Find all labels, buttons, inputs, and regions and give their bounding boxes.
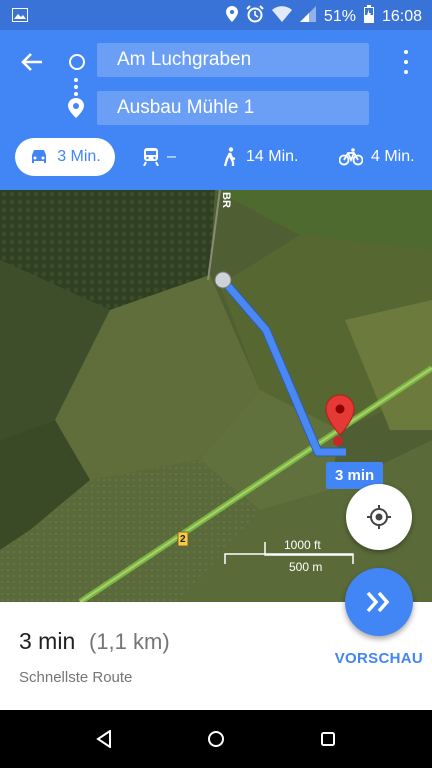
mode-walking-label: 14 Min. (246, 148, 299, 165)
travel-modes: 3 Min. – 14 Min. 4 Min. (0, 138, 432, 178)
route-distance: (1,1 km) (89, 629, 170, 654)
mode-bicycle-label: 4 Min. (371, 148, 415, 165)
origin-field[interactable]: Am Luchgraben (97, 43, 369, 77)
scale-feet-label: 1000 ft (284, 538, 321, 552)
location-icon (225, 6, 238, 27)
walking-icon (223, 147, 236, 167)
signal-icon (299, 6, 316, 27)
nav-recents-button[interactable] (317, 728, 339, 750)
road-label: BR (220, 192, 232, 208)
status-icons: 51% 16:08 (225, 5, 422, 28)
triangle-back-icon (96, 730, 111, 748)
start-navigation-button[interactable] (345, 568, 413, 636)
route-type: Schnellste Route (19, 669, 133, 686)
mode-transit[interactable]: – (143, 138, 176, 176)
preview-button[interactable]: VORSCHAU (335, 650, 423, 667)
arrow-back-icon (21, 53, 42, 71)
status-bar: 51% 16:08 (0, 0, 432, 30)
system-nav-bar (0, 710, 432, 768)
route-dots-icon (74, 78, 78, 96)
directions-header: Am Luchgraben Ausbau Mühle 1 3 Min. – 14… (0, 30, 432, 190)
mode-driving[interactable]: 3 Min. (15, 138, 115, 176)
my-location-button[interactable] (346, 484, 412, 550)
square-recents-icon (321, 732, 335, 746)
clock: 16:08 (381, 7, 422, 25)
destination-pin-icon (68, 98, 84, 123)
bicycle-icon (339, 148, 363, 166)
destination-field[interactable]: Ausbau Mühle 1 (97, 91, 369, 125)
battery-percentage: 51% (323, 7, 356, 25)
mode-walking[interactable]: 14 Min. (222, 138, 298, 176)
circle-home-icon (208, 731, 224, 747)
origin-circle-icon (69, 54, 85, 70)
mode-bicycle[interactable]: 4 Min. (339, 138, 415, 176)
nav-back-button[interactable] (93, 728, 115, 750)
back-button[interactable] (18, 48, 46, 76)
wifi-icon (271, 6, 292, 27)
double-chevron-right-icon (366, 591, 390, 613)
crosshair-icon (367, 505, 391, 529)
more-vert-icon (404, 50, 408, 54)
route-time: 3 min (19, 628, 76, 654)
scale-meter-label: 500 m (289, 560, 323, 574)
mode-transit-label: – (167, 148, 176, 165)
road-number-label: 2 (180, 534, 186, 545)
mode-driving-label: 3 Min. (57, 148, 101, 165)
train-icon (143, 148, 159, 166)
more-options-button[interactable] (400, 50, 412, 74)
nav-home-button[interactable] (205, 728, 227, 750)
car-icon (32, 150, 47, 163)
gallery-notification-icon (12, 8, 28, 27)
battery-icon (363, 5, 374, 28)
alarm-icon (246, 5, 264, 28)
